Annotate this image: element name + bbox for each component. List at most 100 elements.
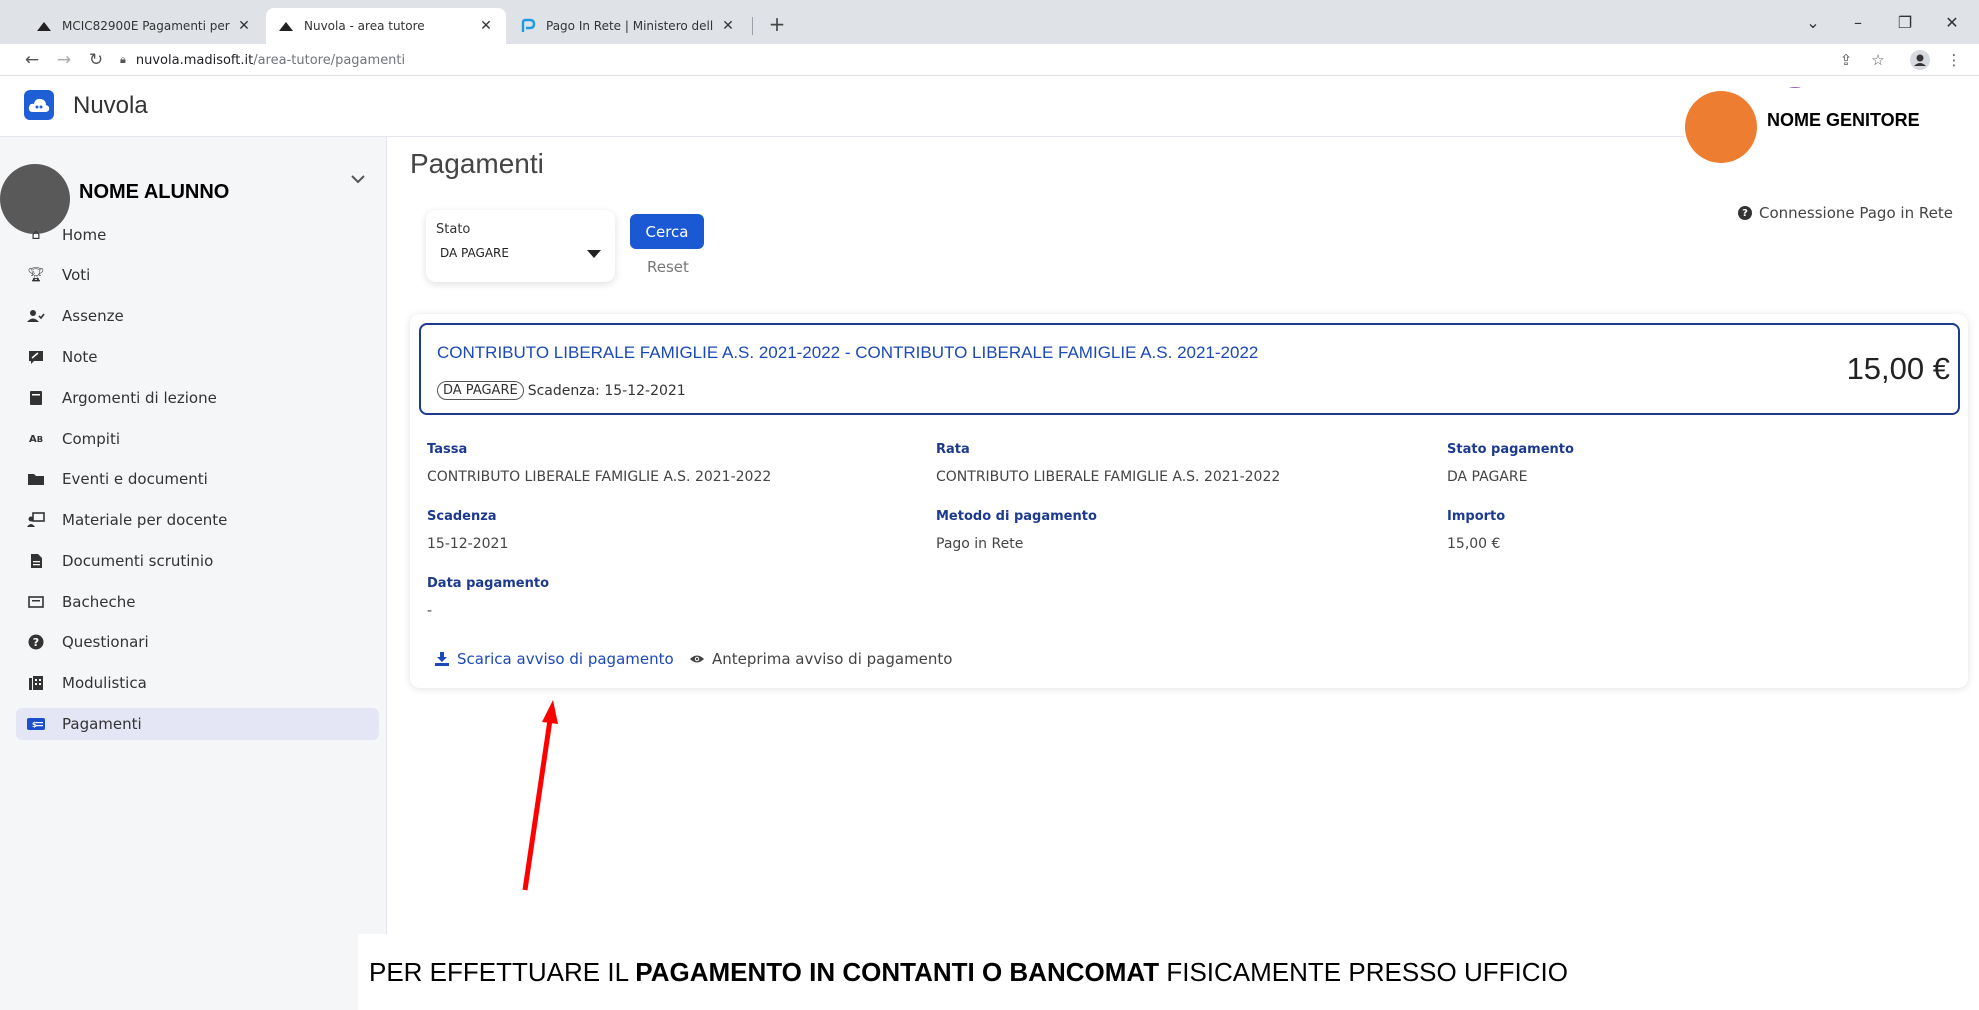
red-arrow-annotation	[522, 700, 558, 891]
svg-text:?: ?	[33, 636, 39, 649]
note-icon	[26, 347, 46, 367]
pagopa-icon	[520, 18, 536, 34]
question-icon: ?	[26, 632, 46, 652]
browser-tab-1[interactable]: MCIC82900E Pagamenti per CON ✕	[24, 8, 264, 44]
scadenza-value: 15-12-2021	[427, 536, 509, 552]
back-button[interactable]: ←	[20, 48, 44, 72]
tab-search-icon[interactable]: ⌄	[1793, 8, 1833, 36]
stato-pagamento-label: Stato pagamento	[1447, 442, 1574, 457]
sidebar-item-voti[interactable]: 🏆︎ Voti	[16, 259, 379, 291]
chalkboard-icon	[26, 510, 46, 530]
pago-in-rete-connection-link[interactable]: ? Connessione Pago in Rete	[1738, 204, 1953, 222]
restore-button[interactable]: ❐	[1885, 8, 1925, 36]
sidebar-item-home[interactable]: ⌂ Home	[16, 219, 379, 251]
sidebar-item-scrutinio[interactable]: Documenti scrutinio	[16, 545, 379, 577]
sidebar-item-label: Eventi e documenti	[62, 470, 208, 488]
close-window-button[interactable]: ✕	[1932, 8, 1972, 36]
sidebar-item-label: Pagamenti	[62, 715, 142, 733]
profile-icon[interactable]	[1906, 48, 1934, 72]
page-title: Pagamenti	[410, 148, 544, 179]
search-button[interactable]: Cerca	[630, 214, 704, 249]
nuvola-logo-icon[interactable]	[24, 90, 54, 120]
rata-label: Rata	[936, 442, 970, 457]
bookmark-star-icon[interactable]: ☆	[1864, 48, 1892, 72]
building-icon	[26, 673, 46, 693]
sidebar-item-pagamenti[interactable]: $ Pagamenti	[16, 708, 379, 740]
share-icon[interactable]: ⇪	[1832, 48, 1860, 72]
sidebar-item-label: Modulistica	[62, 674, 147, 692]
sidebar-item-modulistica[interactable]: Modulistica	[16, 667, 379, 699]
close-tab-icon[interactable]: ✕	[236, 18, 252, 34]
tab-title: Nuvola - area tutore	[304, 19, 425, 33]
payment-status-row: DA PAGARE Scadenza: 15-12-2021	[437, 381, 686, 400]
tab-title: MCIC82900E Pagamenti per CON	[62, 19, 230, 33]
chevron-down-icon[interactable]	[350, 169, 366, 188]
close-tab-icon[interactable]: ✕	[720, 18, 736, 34]
caret-down-icon	[587, 250, 601, 258]
caption-text-post: FISICAMENTE PRESSO UFFICIO	[1159, 957, 1568, 987]
reset-button[interactable]: Reset	[647, 258, 689, 276]
parent-avatar[interactable]	[1685, 91, 1757, 163]
sidebar-item-questionari[interactable]: ? Questionari	[16, 626, 379, 658]
filter-selected-value: DA PAGARE	[440, 246, 509, 260]
browser-tab-2[interactable]: Nuvola - area tutore ✕	[266, 8, 506, 44]
preview-notice-link[interactable]: Anteprima avviso di pagamento	[690, 650, 952, 668]
reload-button[interactable]: ↻	[84, 48, 108, 72]
rata-value: CONTRIBUTO LIBERALE FAMIGLIE A.S. 2021-2…	[936, 469, 1281, 485]
parent-name: NOME GENITORE	[1767, 110, 1920, 130]
close-tab-icon[interactable]: ✕	[478, 18, 494, 34]
download-icon	[435, 652, 449, 666]
payment-amount: 15,00 €	[1846, 351, 1950, 386]
new-tab-button[interactable]: +	[763, 10, 791, 38]
sidebar-item-note[interactable]: Note	[16, 341, 379, 373]
instruction-caption: PER EFFETTUARE IL PAGAMENTO IN CONTANTI …	[369, 957, 1568, 988]
tab-title: Pago In Rete | Ministero dell'Istru	[546, 19, 714, 33]
sidebar-item-bacheche[interactable]: Bacheche	[16, 586, 379, 618]
sidebar-item-label: Voti	[62, 266, 91, 284]
minimize-button[interactable]: –	[1838, 8, 1878, 36]
forward-button[interactable]: →	[52, 48, 76, 72]
url-path: /area-tutore/pagamenti	[253, 52, 406, 68]
metodo-label: Metodo di pagamento	[936, 509, 1097, 524]
importo-label: Importo	[1447, 509, 1506, 524]
status-filter-select[interactable]: Stato DA PAGARE	[426, 210, 615, 282]
scadenza-label: Scadenza	[427, 509, 497, 524]
data-pagamento-label: Data pagamento	[427, 576, 549, 591]
menu-kebab-icon[interactable]: ⋮	[1940, 48, 1968, 72]
address-bar: ← → ↻ 🔒︎ nuvola.madisoft.it/area-tutore/…	[0, 44, 1979, 76]
sidebar-item-label: Assenze	[62, 307, 124, 325]
sidebar-item-label: Bacheche	[62, 593, 136, 611]
payment-title[interactable]: CONTRIBUTO LIBERALE FAMIGLIE A.S. 2021-2…	[437, 343, 1258, 363]
sidebar-item-materiale[interactable]: Materiale per docente	[16, 504, 379, 536]
sidebar-item-eventi[interactable]: Eventi e documenti	[16, 463, 379, 495]
stato-pagamento-value: DA PAGARE	[1447, 469, 1528, 485]
download-notice-link[interactable]: Scarica avviso di pagamento	[435, 650, 674, 668]
file-icon	[26, 551, 46, 571]
metodo-value: Pago in Rete	[936, 536, 1024, 552]
payment-header[interactable]: CONTRIBUTO LIBERALE FAMIGLIE A.S. 2021-2…	[419, 323, 1960, 415]
browser-tab-3[interactable]: Pago In Rete | Ministero dell'Istru ✕	[508, 8, 748, 44]
trophy-icon: 🏆︎	[27, 267, 45, 283]
home-icon: ⌂	[31, 227, 41, 243]
sidebar-item-argomenti[interactable]: Argomenti di lezione	[16, 382, 379, 414]
folder-icon	[26, 469, 46, 489]
browser-tab-bar: MCIC82900E Pagamenti per CON ✕ Nuvola - …	[0, 0, 1979, 44]
sidebar-item-label: Home	[62, 226, 107, 244]
caption-text-bold: PAGAMENTO IN CONTANTI O BANCOMAT	[635, 957, 1160, 987]
status-badge: DA PAGARE	[437, 381, 524, 400]
sidebar-item-label: Argomenti di lezione	[62, 389, 217, 407]
lock-icon: 🔒︎	[120, 53, 126, 66]
sidebar-item-assenze[interactable]: Assenze	[16, 300, 379, 332]
url-field[interactable]: 🔒︎ nuvola.madisoft.it/area-tutore/pagame…	[120, 47, 1830, 73]
spellcheck-icon: AB	[28, 433, 44, 445]
tab-separator	[752, 17, 753, 35]
pago-link-label: Connessione Pago in Rete	[1759, 204, 1953, 222]
sidebar-item-label: Note	[62, 348, 98, 366]
sidebar-item-compiti[interactable]: AB Compiti	[16, 423, 379, 455]
cloud-icon	[278, 18, 294, 34]
eye-icon	[690, 654, 704, 664]
sidebar-item-label: Materiale per docente	[62, 511, 228, 529]
sidebar: NOME ALUNNO ⌂ Home 🏆︎ Voti Assenze Note …	[0, 137, 387, 1010]
payment-card: CONTRIBUTO LIBERALE FAMIGLIE A.S. 2021-2…	[410, 314, 1968, 688]
tassa-label: Tassa	[427, 442, 468, 457]
